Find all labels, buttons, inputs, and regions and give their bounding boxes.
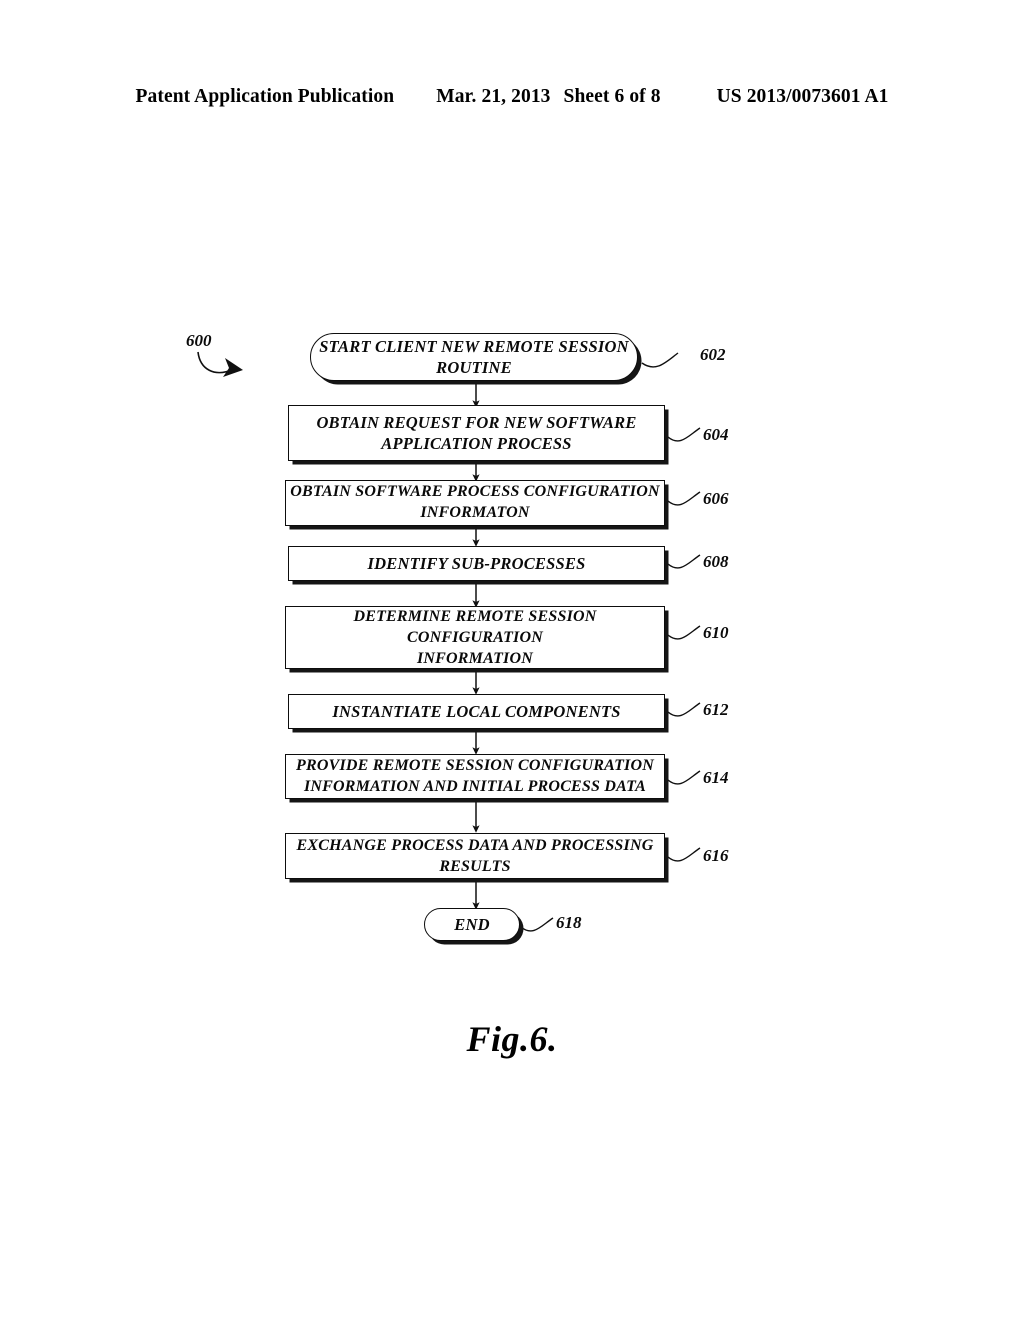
diagram-reference-600: 600 [186, 331, 212, 350]
reference-numeral-602: 602 [700, 345, 726, 364]
flow-node-610-process[interactable] [285, 606, 665, 669]
reference-numeral-618: 618 [556, 913, 582, 932]
flow-node-602-start[interactable] [310, 333, 638, 381]
flow-node-614-process[interactable] [285, 754, 665, 799]
reference-numeral-608: 608 [703, 552, 729, 571]
diagram-label-arrow [197, 351, 243, 377]
flow-node-618-end[interactable] [424, 908, 520, 941]
reference-numeral-616: 616 [703, 846, 729, 865]
flow-node-608-process[interactable] [288, 546, 665, 581]
figure-caption: Fig.6. [466, 1019, 558, 1059]
reference-numeral-604: 604 [703, 425, 729, 444]
flowchart-diagram: 600 START CLIENT NEW REMOTE SESSION ROUT… [0, 0, 1024, 1320]
flow-node-612-process[interactable] [288, 694, 665, 729]
reference-numeral-610: 610 [703, 623, 729, 642]
flow-node-616-process[interactable] [285, 833, 665, 879]
reference-numeral-614: 614 [703, 768, 729, 787]
reference-numeral-606: 606 [703, 489, 729, 508]
reference-numeral-612: 612 [703, 700, 729, 719]
flow-node-604-process[interactable] [288, 405, 665, 461]
flow-node-606-process[interactable] [285, 480, 665, 526]
